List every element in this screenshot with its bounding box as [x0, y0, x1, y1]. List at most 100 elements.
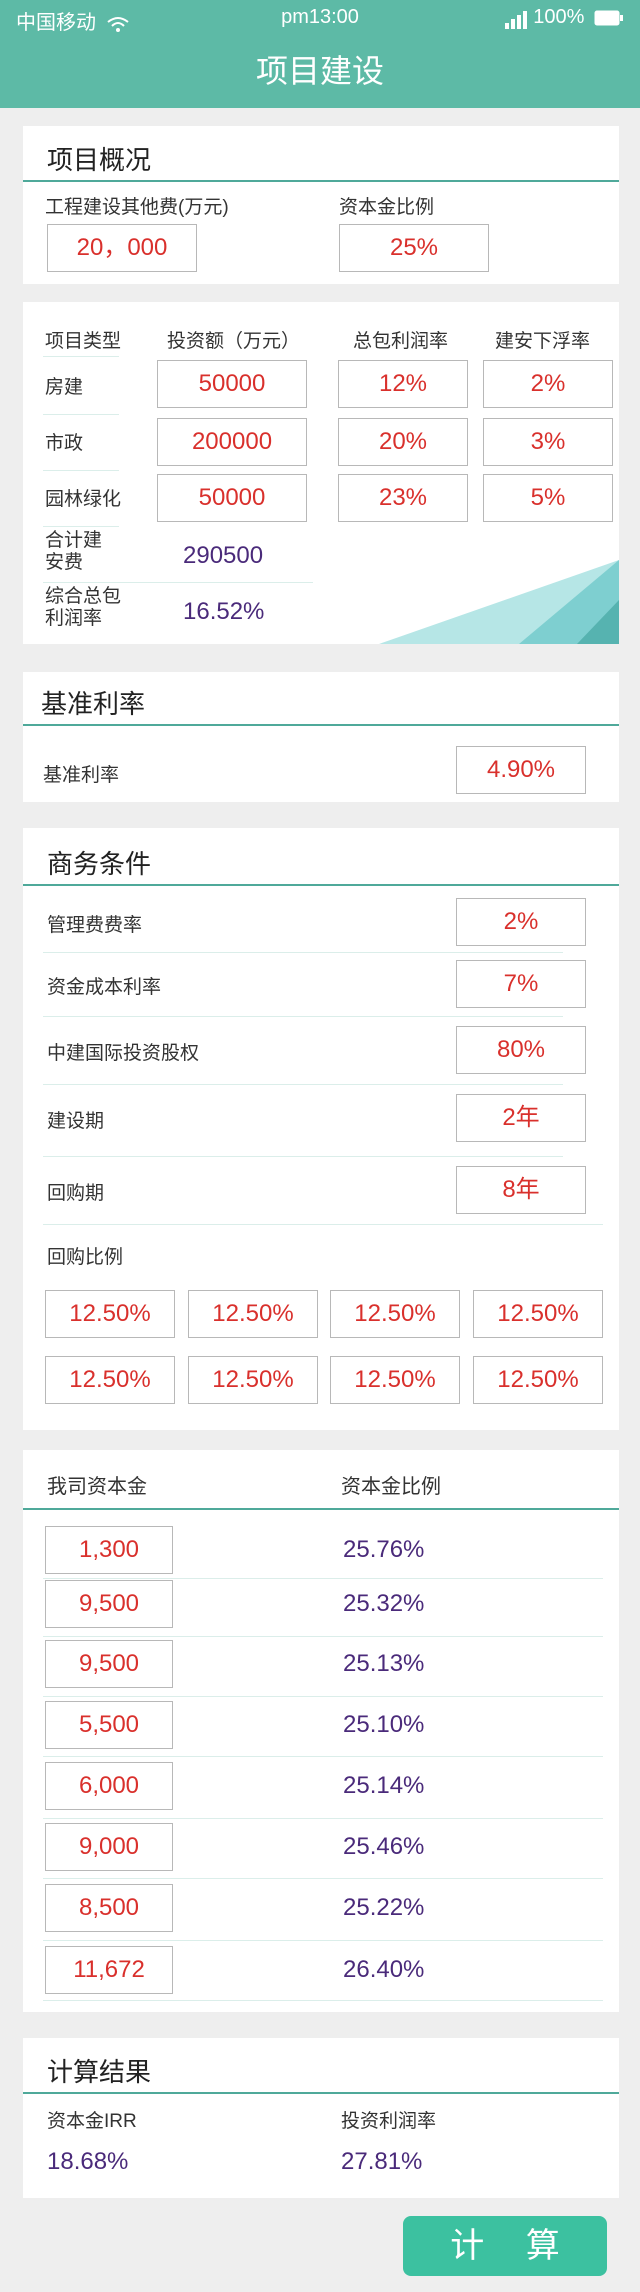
row-divider	[43, 470, 119, 471]
row-divider	[43, 2000, 603, 2001]
row-divider	[43, 526, 119, 527]
capital-amount-input[interactable]: 8,500	[45, 1884, 173, 1932]
battery-status: 100%	[505, 6, 624, 29]
benchmark-card: 基准利率 基准利率 4.90%	[23, 672, 619, 802]
row-divider	[43, 1156, 563, 1157]
row-divider	[43, 1224, 603, 1225]
project-table-card: 项目类型 投资额（万元） 总包利润率 建安下浮率 房建 50000 12% 2%…	[23, 302, 619, 644]
equity-label: 中建国际投资股权	[47, 1043, 200, 1064]
profit-rate-input[interactable]: 23%	[338, 474, 468, 522]
calculate-button[interactable]: 计 算	[403, 2216, 607, 2276]
capital-card: 我司资本金 资本金比例 1,300 25.76% 9,500 25.32% 9,…	[23, 1450, 619, 2012]
battery-icon	[594, 10, 623, 26]
other-fee-input[interactable]: 20，000	[47, 224, 197, 272]
capital-amount-input[interactable]: 9,000	[45, 1823, 173, 1871]
capital-amount-input[interactable]: 5,500	[45, 1701, 173, 1749]
row-divider	[43, 1016, 563, 1017]
irr-value: 18.68%	[47, 2148, 129, 2175]
capital-ratio-value: 25.10%	[343, 1711, 425, 1738]
buyback-ratio-input[interactable]: 12.50%	[330, 1290, 460, 1338]
capital-amount-input[interactable]: 9,500	[45, 1580, 173, 1628]
row-divider	[43, 1696, 603, 1697]
overview-title: 项目概况	[47, 145, 152, 175]
buyback-ratio-input[interactable]: 12.50%	[330, 1356, 460, 1404]
row-divider	[43, 1636, 603, 1637]
row-divider	[43, 1818, 603, 1819]
header-investment: 投资额（万元）	[167, 331, 301, 352]
row-divider	[43, 414, 119, 415]
buyback-period-input[interactable]: 8年	[456, 1166, 586, 1214]
capital-ratio-header: 资本金比例	[341, 1476, 441, 1498]
capital-ratio-label: 资本金比例	[339, 197, 435, 218]
row-divider	[43, 1084, 563, 1085]
capital-ratio-value: 25.32%	[343, 1590, 425, 1617]
capital-amount-input[interactable]: 6,000	[45, 1762, 173, 1810]
capital-ratio-value: 26.40%	[343, 1956, 425, 1983]
mgmt-fee-label: 管理费费率	[47, 915, 143, 936]
app-header: 中国移动 pm13:00 100% 项目建设	[0, 0, 640, 108]
mgmt-fee-input[interactable]: 2%	[456, 898, 586, 946]
capital-ratio-value: 25.76%	[343, 1536, 425, 1563]
capital-amount-input[interactable]: 1,300	[45, 1526, 173, 1574]
buyback-ratio-input[interactable]: 12.50%	[188, 1356, 318, 1404]
float-rate-input[interactable]: 3%	[483, 418, 613, 466]
project-type-label: 园林绿化	[45, 489, 122, 510]
equity-input[interactable]: 80%	[456, 1026, 586, 1074]
capital-ratio-value: 25.14%	[343, 1772, 425, 1799]
profit-rate-label: 投资利润率	[341, 2111, 437, 2132]
section-divider	[23, 724, 619, 726]
investment-input[interactable]: 50000	[157, 360, 307, 408]
capital-amount-header: 我司资本金	[47, 1476, 147, 1498]
profit-rate-value: 27.81%	[341, 2148, 423, 2175]
results-title: 计算结果	[47, 2057, 152, 2087]
irr-label: 资本金IRR	[47, 2111, 137, 2132]
buyback-ratio-input[interactable]: 12.50%	[473, 1290, 603, 1338]
row-divider	[43, 356, 119, 357]
row-divider	[43, 582, 313, 583]
float-rate-input[interactable]: 2%	[483, 360, 613, 408]
capital-cost-input[interactable]: 7%	[456, 960, 586, 1008]
overview-card: 项目概况 工程建设其他费(万元) 资本金比例 20，000 25%	[23, 126, 619, 284]
avg-profit-value: 16.52%	[183, 598, 265, 625]
profit-rate-input[interactable]: 12%	[338, 360, 468, 408]
row-divider	[43, 1940, 603, 1941]
buyback-ratio-input[interactable]: 12.50%	[45, 1356, 175, 1404]
capital-amount-input[interactable]: 11,672	[45, 1946, 173, 1994]
buyback-ratio-input[interactable]: 12.50%	[45, 1290, 175, 1338]
row-divider	[43, 1578, 603, 1579]
buyback-ratio-input[interactable]: 12.50%	[473, 1356, 603, 1404]
investment-input[interactable]: 200000	[157, 418, 307, 466]
project-type-label: 市政	[45, 433, 84, 454]
buyback-ratio-input[interactable]: 12.50%	[188, 1290, 318, 1338]
project-type-label: 房建	[45, 377, 84, 398]
capital-ratio-value: 25.22%	[343, 1894, 425, 1921]
profit-rate-input[interactable]: 20%	[338, 418, 468, 466]
row-divider	[43, 952, 563, 953]
row-divider	[43, 1878, 603, 1879]
section-divider	[23, 180, 619, 182]
header-float-rate: 建安下浮率	[495, 331, 591, 352]
construction-period-input[interactable]: 2年	[456, 1094, 586, 1142]
capital-ratio-input[interactable]: 25%	[339, 224, 489, 272]
capital-amount-input[interactable]: 9,500	[45, 1640, 173, 1688]
float-rate-input[interactable]: 5%	[483, 474, 613, 522]
section-divider	[23, 884, 619, 886]
total-cost-label: 合计建安费	[45, 530, 103, 573]
header-project-type: 项目类型	[45, 331, 122, 352]
avg-profit-label: 综合总包利润率	[45, 586, 122, 629]
capital-cost-label: 资金成本利率	[47, 977, 162, 998]
section-divider	[23, 2092, 619, 2094]
signal-icon	[505, 6, 529, 29]
header-profit-rate: 总包利润率	[353, 331, 449, 352]
row-divider	[43, 1756, 603, 1757]
buyback-period-label: 回购期	[47, 1183, 105, 1204]
section-divider	[23, 1508, 619, 1510]
business-card: 商务条件 管理费费率 2% 资金成本利率 7% 中建国际投资股权 80% 建设期…	[23, 828, 619, 1430]
benchmark-label: 基准利率	[43, 765, 120, 786]
buyback-ratio-label: 回购比例	[47, 1247, 124, 1268]
other-fee-label: 工程建设其他费(万元)	[45, 197, 229, 218]
results-card: 计算结果 资本金IRR 投资利润率 18.68% 27.81%	[23, 2038, 619, 2198]
investment-input[interactable]: 50000	[157, 474, 307, 522]
benchmark-rate-input[interactable]: 4.90%	[456, 746, 586, 794]
total-cost-value: 290500	[183, 542, 264, 569]
